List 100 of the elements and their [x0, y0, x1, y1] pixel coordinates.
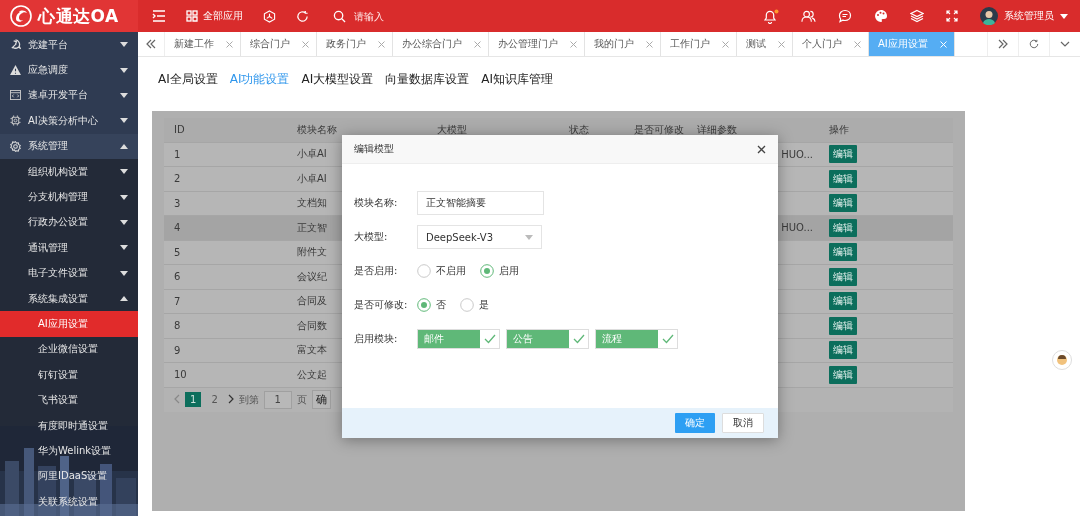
- edit-button[interactable]: 编辑: [829, 243, 857, 262]
- check-icon: [483, 334, 496, 344]
- chevron-down-icon[interactable]: [1060, 41, 1070, 47]
- sidebar-item[interactable]: 阿里IDaaS设置: [0, 463, 138, 490]
- logo-icon: [10, 5, 32, 27]
- table-cell: 会议纪: [297, 269, 327, 284]
- table-cell: 2: [174, 173, 181, 185]
- sidebar-item[interactable]: 分支机构管理: [0, 184, 138, 210]
- tab[interactable]: 新建工作: [165, 32, 241, 56]
- page-button[interactable]: 2: [206, 392, 223, 407]
- close-icon[interactable]: [757, 144, 766, 154]
- table-cell: 5: [174, 246, 181, 258]
- palette-icon[interactable]: [874, 9, 888, 23]
- edit-button[interactable]: 编辑: [829, 267, 857, 286]
- edit-button[interactable]: 编辑: [829, 218, 857, 237]
- table-cell: 小卓AI: [297, 171, 327, 186]
- radio-option[interactable]: 否: [417, 298, 446, 312]
- dialog-title: 编辑模型: [354, 142, 394, 156]
- logo-text: 心通达OA: [38, 4, 119, 28]
- sidebar-item[interactable]: 应急调度: [0, 57, 138, 83]
- tab[interactable]: 综合门户: [241, 32, 317, 56]
- hexagon-icon[interactable]: [263, 9, 276, 23]
- grid-icon: [186, 10, 198, 22]
- field-label: 是否启用:: [354, 264, 399, 278]
- warning-icon: [10, 65, 21, 76]
- check-icon: [572, 334, 585, 344]
- settings-tab[interactable]: AI大模型设置: [301, 71, 374, 89]
- radio-option[interactable]: 是: [460, 298, 489, 312]
- column-header: 是否可修改: [633, 122, 685, 137]
- settings-tab[interactable]: AI知识库管理: [481, 71, 553, 89]
- edit-button[interactable]: 编辑: [829, 194, 857, 213]
- field-label: 启用模块:: [354, 332, 399, 346]
- sidebar-item[interactable]: 华为Welink设置: [0, 438, 138, 464]
- edit-button[interactable]: 编辑: [829, 169, 857, 188]
- table-cell: 正文智: [297, 220, 327, 235]
- sidebar-item[interactable]: 有度即时通设置: [0, 412, 138, 439]
- search-icon: [333, 9, 346, 23]
- code-window-icon: [10, 90, 21, 101]
- sidebar-item[interactable]: 系统管理: [0, 133, 138, 159]
- tab[interactable]: 政务门户: [317, 32, 393, 56]
- scroll-left-icon[interactable]: [146, 39, 156, 49]
- column-header: 模块名称: [296, 122, 338, 137]
- sidebar-item[interactable]: 飞书设置: [0, 387, 138, 413]
- sidebar-item[interactable]: 钉钉设置: [0, 362, 138, 388]
- check-icon: [661, 334, 674, 344]
- tab[interactable]: 测试: [737, 32, 793, 56]
- users-icon[interactable]: [801, 9, 816, 23]
- table-cell: 合同数: [297, 318, 327, 333]
- sidebar-item[interactable]: 通讯管理: [0, 235, 138, 261]
- cancel-button[interactable]: 取消: [722, 413, 764, 433]
- tab[interactable]: 办公管理门户: [489, 32, 585, 56]
- user-menu[interactable]: 系统管理员: [980, 7, 1068, 25]
- scroll-right-icon[interactable]: [998, 39, 1008, 49]
- sidebar-item[interactable]: AI决策分析中心: [0, 108, 138, 134]
- page-input[interactable]: 1: [263, 390, 292, 409]
- menu-icon[interactable]: [152, 10, 166, 22]
- tab[interactable]: 办公综合门户: [393, 32, 489, 56]
- sidebar-item[interactable]: 行政办公设置: [0, 209, 138, 236]
- caret-icon: [1060, 13, 1068, 19]
- refresh-icon[interactable]: [1029, 39, 1039, 49]
- edit-button[interactable]: 编辑: [829, 145, 857, 164]
- bell-icon[interactable]: [763, 8, 779, 24]
- fullscreen-icon[interactable]: [946, 10, 958, 22]
- gear-icon: [10, 140, 21, 152]
- sidebar-item[interactable]: 关联系统设置: [0, 489, 138, 515]
- model-dropdown[interactable]: DeepSeek-V3: [417, 225, 542, 249]
- edit-button[interactable]: 编辑: [829, 341, 857, 360]
- layers-icon[interactable]: [910, 9, 924, 23]
- sidebar-item[interactable]: 企业微信设置: [0, 336, 138, 363]
- assistant-icon[interactable]: [1052, 350, 1072, 370]
- table-cell: 8: [174, 320, 181, 332]
- settings-tab[interactable]: 向量数据库设置: [385, 71, 470, 89]
- go-button[interactable]: 确: [311, 390, 331, 409]
- all-apps-button[interactable]: 全部应用: [186, 9, 243, 23]
- tab[interactable]: 工作门户: [661, 32, 737, 56]
- field-label: 大模型:: [354, 230, 389, 244]
- field-label: 模块名称:: [354, 196, 399, 210]
- table-cell: 4: [174, 222, 181, 234]
- sidebar-item[interactable]: 党建平台: [0, 32, 138, 58]
- sidebar-item[interactable]: 系统集成设置: [0, 285, 138, 312]
- settings-tab[interactable]: AI全局设置: [158, 71, 218, 89]
- search-field[interactable]: 请输入: [352, 9, 556, 23]
- edit-button[interactable]: 编辑: [829, 292, 857, 311]
- sidebar-item[interactable]: AI应用设置: [0, 311, 138, 337]
- radio-option[interactable]: 不启用: [417, 264, 466, 278]
- table-cell: HUO...: [781, 148, 813, 160]
- radio-option[interactable]: 启用: [480, 264, 519, 278]
- page-button[interactable]: 1: [185, 392, 202, 407]
- sidebar-item[interactable]: 组织机构设置: [0, 158, 138, 185]
- column-header: 大模型: [436, 122, 468, 137]
- tab[interactable]: 我的门户: [585, 32, 661, 56]
- input-field[interactable]: 正文智能摘要: [417, 191, 544, 215]
- edit-button[interactable]: 编辑: [829, 316, 857, 335]
- sidebar-item[interactable]: 速卓开发平台: [0, 82, 138, 109]
- next-page-icon[interactable]: [227, 393, 234, 404]
- chip-icon: [10, 115, 21, 127]
- chat-icon[interactable]: [838, 9, 852, 23]
- column-header: 详细参数: [696, 122, 738, 137]
- edit-button[interactable]: 编辑: [829, 365, 857, 384]
- sidebar-item[interactable]: 电子文件设置: [0, 260, 138, 286]
